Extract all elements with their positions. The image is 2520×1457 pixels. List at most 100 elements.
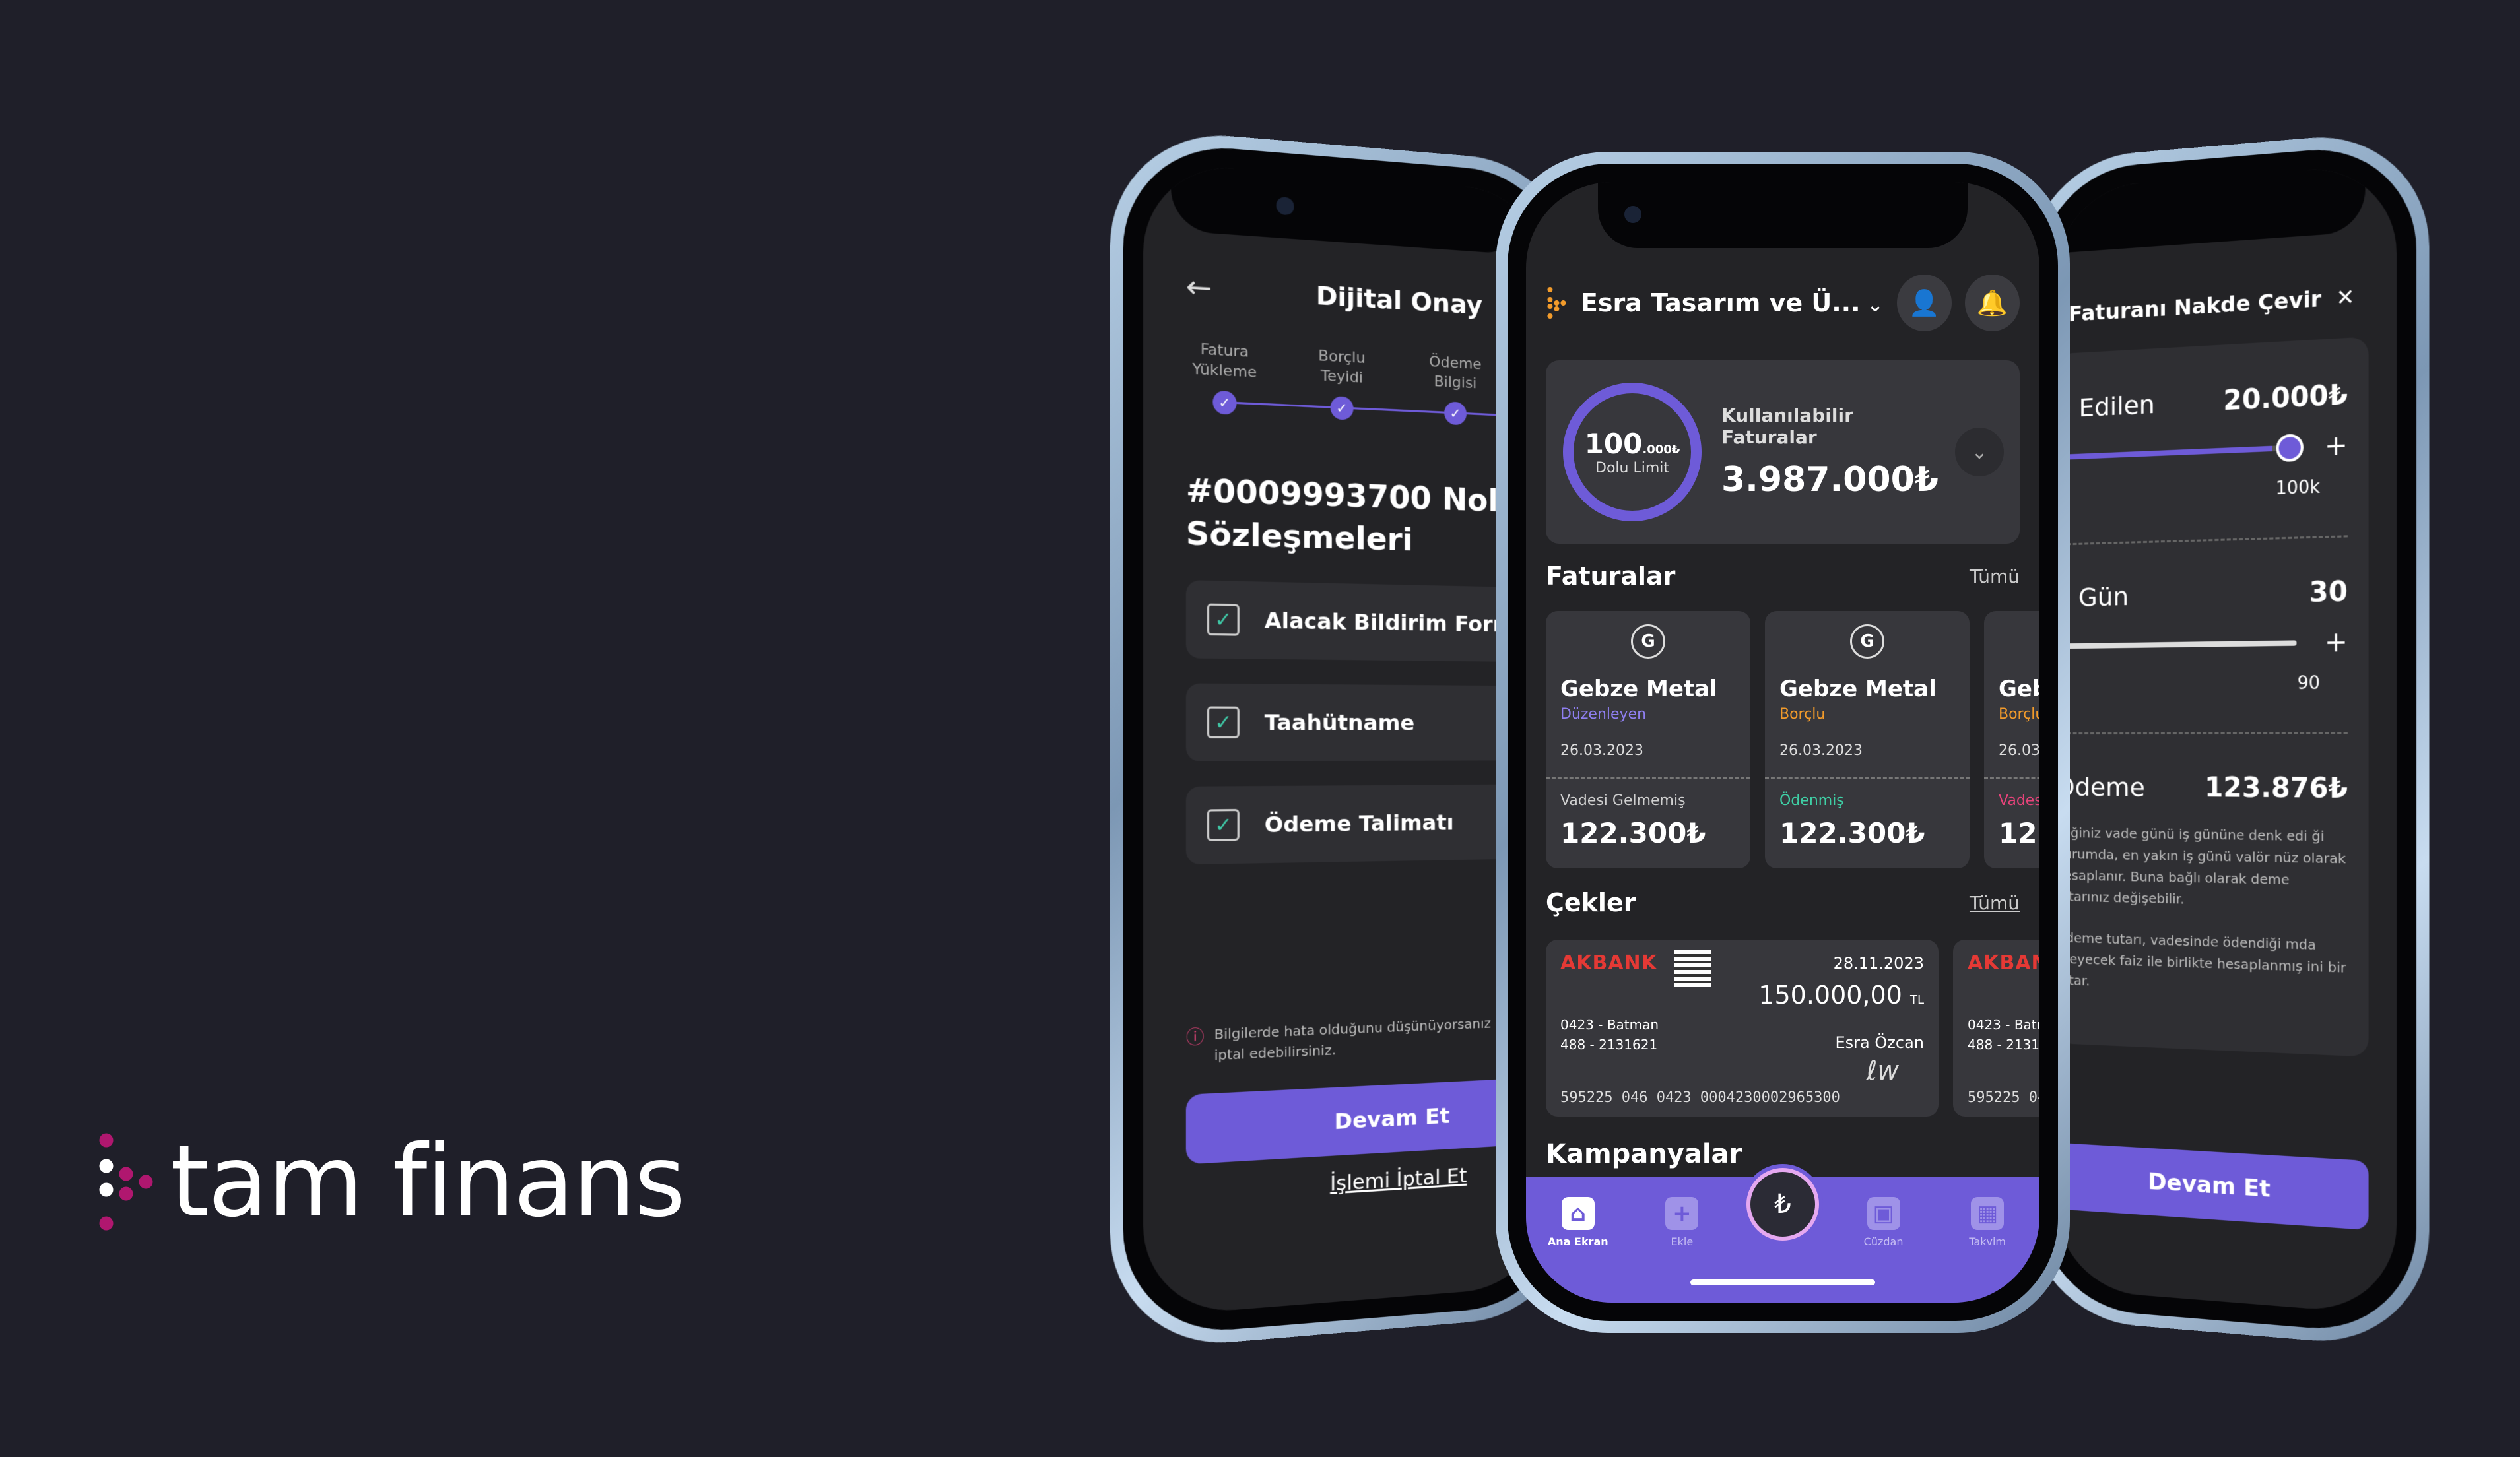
plus-icon[interactable]: +	[2325, 430, 2348, 462]
calculator-card: p Edilen 20.000₺ + 100k e Gün 30 + 90 Ödem…	[2055, 337, 2369, 1057]
close-icon[interactable]: ✕	[2336, 284, 2354, 311]
progress-steps: Fatura Yükleme ✓ Borçlu Teyidi ✓ Ödeme Bil…	[1186, 340, 1548, 430]
invoice-company: Gebze Metal	[1999, 676, 2039, 702]
step-payment-info: Ödeme Bilgisi ✓	[1419, 352, 1492, 426]
cheque-list: AKBANK 28.11.2023 150.000,00 TL 0423 - Batm…	[1546, 940, 2039, 1117]
cheques-title: Çekler	[1546, 888, 1636, 917]
invoice-amount: 122.300₺	[1779, 817, 1925, 849]
tab-wallet[interactable]: ▣ Cüzdan	[1844, 1197, 1923, 1248]
invoice-role: Borçlu	[1999, 706, 2039, 723]
cheque-branch: 0423 - Batman488 - 2131621	[1560, 1017, 1659, 1052]
limit-ring: 100.000₺ Dolu Limit	[1563, 383, 1702, 521]
cheque-number: 595225 046 0	[1968, 1089, 2039, 1106]
invoice-card[interactable]: G Gebze Metal Borçlu 26.03.2023 Ödenmiş 122.3…	[1765, 611, 1970, 868]
page-title: Faturanı Nakde Çevir	[2068, 285, 2322, 327]
invoice-status: Vadesi	[1999, 793, 2039, 809]
document-row[interactable]: ✓ Alacak Bildirim Formu	[1185, 580, 1548, 664]
info-icon: ⓘ	[1185, 1027, 1205, 1049]
cheque-amount: 150.000,00 TL	[1758, 981, 1924, 1010]
document-row[interactable]: ✓ Ödeme Talimatı	[1185, 783, 1548, 865]
tab-plus[interactable]: + Ekle	[1642, 1197, 1721, 1248]
brand-logo: tam finans	[96, 1124, 686, 1239]
check-icon: ✓	[1330, 396, 1354, 421]
step-invoice-upload: Fatura Yükleme ✓	[1186, 340, 1263, 416]
note-text: ceğiniz vade günü iş gününe denk edi ği …	[2055, 824, 2346, 907]
invoices-see-all[interactable]: Tümü	[1970, 566, 2020, 587]
requested-value: 20.000₺	[2223, 379, 2348, 417]
continue-button[interactable]: Devam Et	[1185, 1069, 1548, 1165]
chevron-down-icon: ⌄	[1867, 294, 1884, 317]
brand-name: tam finans	[170, 1124, 686, 1239]
tab-home[interactable]: ⌂ Ana Ekran	[1539, 1197, 1618, 1248]
plus-icon[interactable]: +	[2325, 626, 2348, 659]
cheque-card[interactable]: AKBANK 28.11.2023 150.000,00 TL 0423 - Batm…	[1546, 940, 1939, 1117]
invoice-status: Vadesi Gelmemiş	[1560, 793, 1686, 809]
invoice-card[interactable]: G Gebze Metal Düzenleyen 26.03.2023 Vadesi G…	[1546, 611, 1750, 868]
cheque-holder: Esra Özcan	[1835, 1033, 1924, 1052]
slider-knob[interactable]	[2276, 434, 2304, 463]
invoice-list: G Gebze Metal Düzenleyen 26.03.2023 Vadesi G…	[1546, 611, 2039, 868]
invoice-amount: 122.300₺	[1560, 817, 1706, 849]
home-screen: Esra Tasarım ve Ü... ⌄ 👤 🔔 100.000₺ Dolu …	[1526, 182, 2039, 1303]
contracts-heading: #0009993700 Nolu İşlem Sözleşmeleri	[1185, 471, 1548, 558]
company-logo-icon: G	[1850, 624, 1884, 659]
back-arrow-icon[interactable]: ←	[1186, 269, 1212, 306]
company-selector[interactable]: Esra Tasarım ve Ü... ⌄	[1581, 288, 1884, 317]
available-amount: 3.987.000₺	[1721, 460, 1939, 500]
invoice-card[interactable]: GGebze MetalBorçlu26.03.2023Vadesi122.30…	[1984, 611, 2039, 868]
invoice-amount: 122.300₺	[1999, 817, 2039, 849]
invoice-date: 26.03.2023	[1560, 742, 1643, 759]
check-icon: ✓	[1444, 401, 1467, 426]
cheque-date: 28.11.2023	[1833, 954, 1924, 973]
home-indicator	[1690, 1279, 1875, 1285]
info-note: ⓘ Bilgilerde hata olduğunu düşünüyorsanız…	[1186, 1010, 1548, 1067]
qr-code-icon	[1674, 950, 1711, 987]
campaigns-title: Kampanyalar	[1546, 1139, 1742, 1169]
cheque-branch: 0423 - Batman488 - 2131621	[1968, 1017, 2039, 1052]
checkbox-checked-icon[interactable]: ✓	[1207, 809, 1240, 842]
invoice-date: 26.03.2023	[1999, 742, 2039, 759]
plus-icon: +	[1665, 1197, 1699, 1230]
tab-calendar[interactable]: ▦ Takvim	[1948, 1197, 2027, 1248]
checkbox-checked-icon[interactable]: ✓	[1207, 706, 1240, 739]
continue-button[interactable]: Devam Et	[2055, 1142, 2369, 1231]
bell-icon[interactable]: 🔔	[1964, 275, 2020, 331]
invoice-status: Ödenmiş	[1779, 793, 1844, 809]
cheque-number: 595225 046 0423 0004230002965300	[1560, 1089, 1840, 1106]
calendar-icon: ▦	[1971, 1197, 2005, 1230]
check-icon: ✓	[1212, 390, 1237, 416]
bank-name: AKBANK	[1968, 952, 2039, 975]
cheque-card[interactable]: AKBANK 0423 - Batman488 - 2131621 595225 …	[1953, 940, 2039, 1117]
checkbox-checked-icon[interactable]: ✓	[1207, 603, 1240, 637]
days-slider[interactable]: +	[2055, 626, 2348, 660]
expand-chevron-icon[interactable]: ⌄	[1955, 428, 2004, 476]
invoices-title: Faturalar	[1546, 562, 1676, 591]
signature-icon: ℓw	[1866, 1056, 1899, 1086]
amount-max: 100k	[2275, 476, 2320, 500]
cash-conversion-screen: Faturanı Nakde Çevir ✕ p Edilen 20.000₺ +…	[2055, 162, 2397, 1316]
brand-mark-icon	[99, 1133, 153, 1231]
document-row[interactable]: ✓ Taahütname	[1185, 683, 1548, 762]
phone-cash-conversion: Faturanı Nakde Çevir ✕ p Edilen 20.000₺ +…	[2026, 127, 2430, 1351]
days-value: 30	[2309, 576, 2348, 609]
cheques-see-all[interactable]: Tümü	[1970, 892, 2020, 914]
app-logo-icon	[1547, 287, 1566, 319]
profile-icon[interactable]: 👤	[1896, 275, 1952, 331]
company-logo-icon: G	[1631, 624, 1665, 659]
phone-home: Esra Tasarım ve Ü... ⌄ 👤 🔔 100.000₺ Dolu …	[1496, 152, 2070, 1333]
requested-label: p Edilen	[2055, 389, 2155, 424]
step-debtor-confirm: Borçlu Teyidi ✓	[1304, 346, 1379, 421]
limit-card: 100.000₺ Dolu Limit Kullanılabilir Fatur…	[1546, 360, 2020, 544]
invoice-role: Düzenleyen	[1560, 706, 1647, 723]
page-title: Dijital Onay	[1315, 280, 1482, 320]
digital-approval-screen: ← Dijital Onay Fatura Yükleme ✓ Borçlu Te…	[1143, 161, 1548, 1317]
days-max: 90	[2297, 672, 2320, 694]
invoice-company: Gebze Metal	[1560, 676, 1717, 702]
invoice-role: Borçlu	[1779, 706, 1826, 723]
wallet-icon: ▣	[1867, 1197, 1900, 1230]
invoice-company: Gebze Metal	[1779, 676, 1937, 702]
note-text: Ödeme tutarı, vadesinde ödendiği mda işl…	[2055, 929, 2346, 989]
amount-slider[interactable]: +	[2055, 430, 2348, 470]
invoice-date: 26.03.2023	[1779, 742, 1863, 759]
lira-exchange-icon[interactable]: ₺	[1746, 1168, 1819, 1241]
